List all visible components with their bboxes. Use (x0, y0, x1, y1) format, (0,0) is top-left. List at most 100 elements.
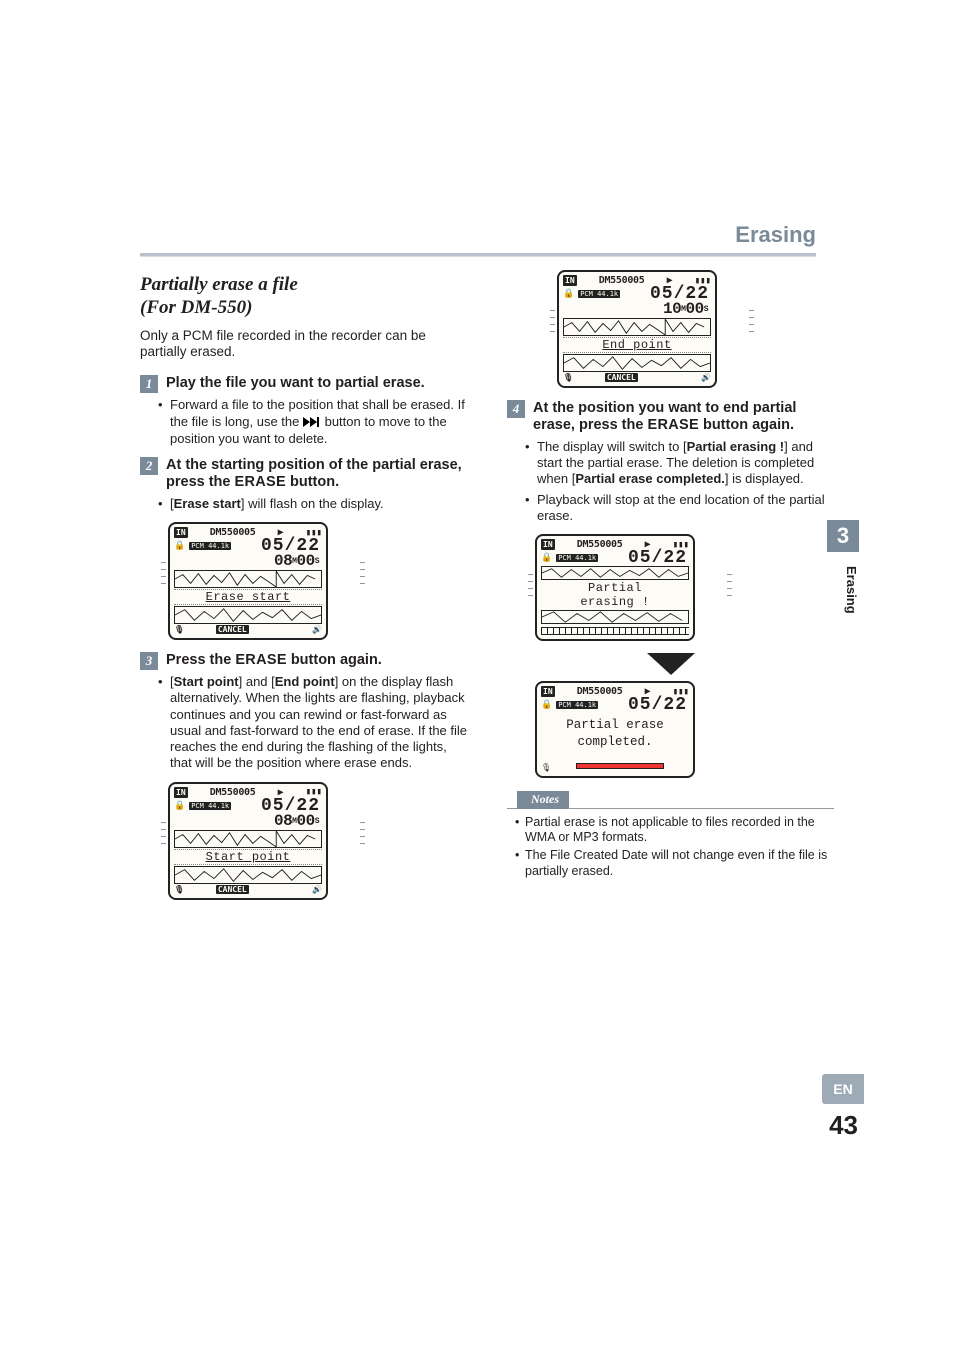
step-1-bullet: Forward a file to the position that shal… (170, 397, 467, 447)
step-4-bullet-2: Playback will stop at the end location o… (537, 492, 834, 525)
text-bold: End point (275, 674, 335, 689)
elapsed-time: 10M00S (563, 302, 711, 317)
lcd-screen-start-point: ──── ──── IN DM550005 ▶ ▮▮▮ 🔒 PCM 44.1k … (168, 782, 358, 900)
filename: DM550005 (210, 787, 256, 798)
waveform (563, 318, 711, 336)
lock-icon: 🔒 (563, 289, 574, 299)
lcd-message: Partial erasecompleted. (541, 713, 689, 763)
text: ] is displayed. (725, 471, 804, 486)
step-2-bullet: [Erase start] will flash on the display. (170, 496, 467, 512)
filename: DM550005 (599, 275, 645, 286)
step-badge: 2 (140, 457, 158, 475)
lock-icon: 🔒 (541, 700, 552, 710)
format-chip: PCM 44.1k (578, 290, 620, 298)
step-4-bullet-1: The display will switch to [Partial eras… (537, 439, 834, 488)
arrow-down-icon (647, 653, 695, 675)
lcd-status-text: Erase start (174, 589, 322, 605)
format-chip: PCM 44.1k (189, 542, 231, 550)
step-3-title: Press the ERASE button again. (166, 652, 382, 669)
format-chip: PCM 44.1k (556, 554, 598, 562)
memory-location-chip: IN (563, 275, 577, 286)
elapsed-time: 08M00S (174, 814, 322, 829)
step-2: 2 At the starting position of the partia… (140, 457, 467, 512)
fast-forward-icon (303, 415, 321, 431)
step-4: 4 At the position you want to end partia… (507, 400, 834, 524)
format-chip: PCM 44.1k (189, 802, 231, 810)
cancel-chip: CANCEL (216, 625, 249, 634)
lcd-screen-erase-start: ──── ──── IN DM550005 ▶ ▮▮▮ 🔒 PCM 44.1k … (168, 522, 358, 640)
file-counter: 05/22 (602, 698, 689, 712)
step-badge: 4 (507, 400, 525, 418)
text-bold: Start point (174, 674, 239, 689)
subtitle-line2: (For DM-550) (140, 297, 252, 318)
notes-section: Notes Partial erase is not applicable to… (507, 790, 834, 880)
memory-location-chip: IN (541, 686, 555, 697)
waveform (174, 830, 322, 848)
step-1: 1 Play the file you want to partial eras… (140, 375, 467, 447)
lock-icon: 🔒 (174, 801, 185, 811)
erase-button-label: ERASE (235, 474, 286, 490)
lcd-footer: 🎙 (541, 763, 689, 772)
note-item: Partial erase is not applicable to files… (525, 815, 834, 846)
lcd-screen-end-point: ──── ──── IN DM550005 ▶ ▮▮▮ 🔒 PCM 44.1k … (557, 270, 747, 388)
elapsed-time: 08M00S (174, 554, 322, 569)
notes-label: Notes (517, 791, 569, 809)
filename: DM550005 (577, 539, 623, 550)
memory-location-chip: IN (174, 527, 188, 538)
step-badge: 1 (140, 375, 158, 393)
text: Press the (166, 652, 235, 668)
step-3-bullet: [Start point] and [End point] on the dis… (170, 674, 467, 772)
lcd-screen-partial-erasing: ──── ──── IN DM550005 ▶ ▮▮▮ 🔒 PCM 44.1k … (535, 534, 725, 641)
text: button. (286, 474, 339, 490)
lcd-status-text: End point (563, 337, 711, 353)
intro-text: Only a PCM file recorded in the recorder… (140, 328, 467, 362)
section-subtitle: Partially erase a file (For DM-550) (140, 274, 467, 320)
waveform (541, 566, 689, 580)
waveform (563, 354, 711, 372)
note-item: The File Created Date will not change ev… (525, 848, 834, 879)
chapter-tab: 3 (827, 520, 859, 552)
lock-icon: 🔒 (174, 541, 185, 551)
text: button again. (699, 417, 794, 433)
filename: DM550005 (210, 527, 256, 538)
step-3: 3 Press the ERASE button again. [Start p… (140, 652, 467, 772)
step-badge: 3 (140, 652, 158, 670)
waveform (541, 610, 689, 624)
file-counter: 05/22 (624, 287, 711, 301)
text-bold: Partial erasing ! (687, 439, 785, 454)
text: The display will switch to [ (537, 439, 687, 454)
format-chip: PCM 44.1k (556, 701, 598, 709)
file-counter: 05/22 (235, 539, 322, 553)
text-bold: Partial erase completed. (575, 471, 725, 486)
erase-button-label: ERASE (647, 417, 698, 433)
file-counter: 05/22 (602, 551, 689, 565)
lcd-screen-completed: IN DM550005 ▶ ▮▮▮ 🔒 PCM 44.1k 05/22 Part… (535, 681, 725, 778)
filename: DM550005 (577, 686, 623, 697)
waveform (174, 606, 322, 624)
text: ] will flash on the display. (241, 496, 384, 511)
memory-location-chip: IN (541, 539, 555, 550)
erase-button-label: ERASE (235, 652, 286, 668)
cancel-chip: CANCEL (216, 885, 249, 894)
waveform (174, 866, 322, 884)
language-tab: EN (822, 1074, 864, 1104)
page-number: 43 (829, 1110, 858, 1141)
cancel-chip: CANCEL (605, 373, 638, 382)
text: ] and [ (239, 674, 275, 689)
lcd-status-text: Start point (174, 849, 322, 865)
text-bold: Erase start (174, 496, 241, 511)
section-tab-vertical: Erasing (827, 560, 859, 620)
file-counter: 05/22 (235, 799, 322, 813)
header-rule (140, 253, 816, 257)
memory-location-chip: IN (174, 787, 188, 798)
page-header-title: Erasing (735, 222, 816, 248)
lcd-status-text: Partialerasing ! (541, 581, 689, 609)
text: button again. (287, 652, 382, 668)
progress-bar (541, 627, 689, 635)
step-1-title: Play the file you want to partial erase. (166, 375, 425, 392)
lock-icon: 🔒 (541, 553, 552, 563)
subtitle-line1: Partially erase a file (140, 274, 298, 295)
step-4-title: At the position you want to end partial … (533, 400, 834, 435)
waveform (174, 570, 322, 588)
step-2-title: At the starting position of the partial … (166, 457, 467, 492)
